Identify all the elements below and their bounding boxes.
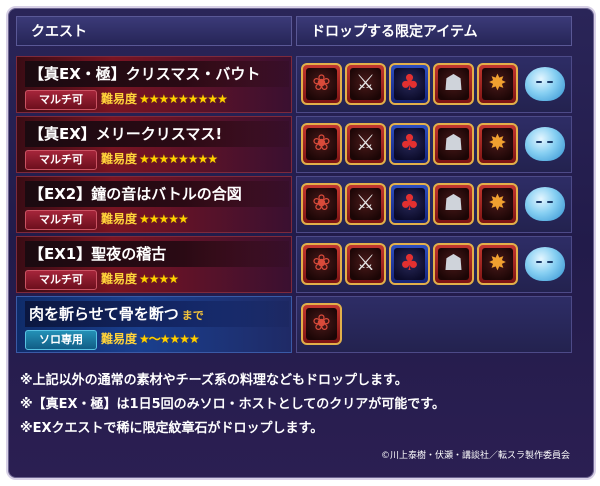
quest-name: 【真EX】メリークリスマス! — [25, 121, 289, 147]
drop-items-cell: ❀ ⚔ ♣ ☗ ✸ — [296, 116, 572, 173]
crest-swords-icon[interactable]: ⚔ — [345, 183, 386, 225]
slime-icon[interactable] — [525, 247, 565, 281]
quest-cell: 【真EX・極】クリスマス・バウト マルチ可 難易度 ★★★★★★★★★ — [16, 56, 292, 113]
crest-flame-icon[interactable]: ✸ — [477, 63, 518, 105]
slime-icon[interactable] — [525, 127, 565, 161]
copyright: ©川上泰樹・伏瀬・講談社／転スラ製作委員会 — [380, 451, 570, 461]
multi-tag: マルチ可 — [25, 270, 97, 290]
crest-cherry-icon[interactable]: ♣ — [389, 123, 430, 165]
difficulty-label: 難易度 — [101, 272, 138, 286]
slime-icon[interactable] — [525, 67, 565, 101]
crest-cherry-icon[interactable]: ♣ — [389, 183, 430, 225]
quest-name-text: 肉を斬らせて骨を断つ — [29, 305, 179, 323]
quest-cell: 肉を斬らせて骨を断つ まで ソロ専用 難易度 ★～★★★★ — [16, 296, 292, 353]
difficulty: 難易度 ★★★★ — [101, 270, 179, 288]
quest-row[interactable]: 【真EX】メリークリスマス! マルチ可 難易度 ★★★★★★★★ ❀ ⚔ ♣ ☗ … — [16, 116, 572, 173]
crest-gauntlet-icon[interactable]: ☗ — [433, 183, 474, 225]
crest-flame-icon[interactable]: ✸ — [477, 183, 518, 225]
note-line: ※EXクエストで稀に限定紋章石がドロップします。 — [20, 421, 324, 436]
drop-items-cell: ❀ ⚔ ♣ ☗ ✸ — [296, 56, 572, 113]
quest-row[interactable]: 肉を斬らせて骨を断つ まで ソロ専用 難易度 ★～★★★★ ❀ — [16, 296, 572, 353]
crest-dragon-icon[interactable]: ❀ — [301, 123, 342, 165]
multi-tag: マルチ可 — [25, 210, 97, 230]
quest-cell: 【EX2】鐘の音はバトルの合図 マルチ可 難易度 ★★★★★ — [16, 176, 292, 233]
quest-cell: 【EX1】聖夜の稽古 マルチ可 難易度 ★★★★ — [16, 236, 292, 293]
crest-flame-icon[interactable]: ✸ — [477, 123, 518, 165]
crest-flame-icon[interactable]: ✸ — [477, 243, 518, 285]
crest-gauntlet-icon[interactable]: ☗ — [433, 123, 474, 165]
drops-column-header: ドロップする限定アイテム — [296, 16, 572, 46]
notes: ※上記以外の通常の素材やチーズ系の料理などもドロップします。 ※【真EX・極】は… — [20, 369, 445, 441]
quest-name: 【真EX・極】クリスマス・バウト — [25, 61, 289, 87]
crest-cherry-icon[interactable]: ♣ — [389, 243, 430, 285]
drop-items-cell: ❀ ⚔ ♣ ☗ ✸ — [296, 176, 572, 233]
difficulty: 難易度 ★★★★★ — [101, 210, 189, 228]
quest-name-suffix: まで — [181, 309, 204, 322]
drop-items-cell: ❀ — [296, 296, 572, 353]
difficulty-stars: ★★★★ — [139, 272, 179, 286]
difficulty-label: 難易度 — [101, 332, 138, 346]
note-line: ※上記以外の通常の素材やチーズ系の料理などもドロップします。 — [20, 373, 408, 388]
quest-row[interactable]: 【EX2】鐘の音はバトルの合図 マルチ可 難易度 ★★★★★ ❀ ⚔ ♣ ☗ ✸ — [16, 176, 572, 233]
note-line: ※【真EX・極】は1日5回のみソロ・ホストとしてのクリアが可能です。 — [20, 397, 445, 412]
crest-dragon-icon[interactable]: ❀ — [301, 303, 342, 345]
crest-dragon-icon[interactable]: ❀ — [301, 243, 342, 285]
quest-row[interactable]: 【真EX・極】クリスマス・バウト マルチ可 難易度 ★★★★★★★★★ ❀ ⚔ ♣… — [16, 56, 572, 113]
difficulty: 難易度 ★★★★★★★★ — [101, 150, 218, 168]
quest-row[interactable]: 【EX1】聖夜の稽古 マルチ可 難易度 ★★★★ ❀ ⚔ ♣ ☗ ✸ — [16, 236, 572, 293]
difficulty-stars: ★★★★★★★★ — [139, 152, 218, 166]
multi-tag: マルチ可 — [25, 90, 97, 110]
quest-name: 【EX2】鐘の音はバトルの合図 — [25, 181, 289, 207]
drop-items-cell: ❀ ⚔ ♣ ☗ ✸ — [296, 236, 572, 293]
difficulty-label: 難易度 — [101, 152, 138, 166]
multi-tag: マルチ可 — [25, 150, 97, 170]
quest-cell: 【真EX】メリークリスマス! マルチ可 難易度 ★★★★★★★★ — [16, 116, 292, 173]
crest-dragon-icon[interactable]: ❀ — [301, 63, 342, 105]
difficulty: 難易度 ★～★★★★ — [101, 330, 200, 348]
difficulty-stars: ★～★★★★ — [139, 332, 200, 346]
difficulty-label: 難易度 — [101, 92, 138, 106]
difficulty-stars: ★★★★★ — [139, 212, 189, 226]
quest-column-header: クエスト — [16, 16, 292, 46]
crest-gauntlet-icon[interactable]: ☗ — [433, 63, 474, 105]
crest-swords-icon[interactable]: ⚔ — [345, 63, 386, 105]
quest-name: 肉を斬らせて骨を断つ まで — [25, 301, 289, 327]
crest-gauntlet-icon[interactable]: ☗ — [433, 243, 474, 285]
quest-name: 【EX1】聖夜の稽古 — [25, 241, 289, 267]
crest-dragon-icon[interactable]: ❀ — [301, 183, 342, 225]
crest-cherry-icon[interactable]: ♣ — [389, 63, 430, 105]
difficulty-label: 難易度 — [101, 212, 138, 226]
crest-swords-icon[interactable]: ⚔ — [345, 123, 386, 165]
difficulty: 難易度 ★★★★★★★★★ — [101, 90, 228, 108]
slime-icon[interactable] — [525, 187, 565, 221]
crest-swords-icon[interactable]: ⚔ — [345, 243, 386, 285]
solo-tag: ソロ専用 — [25, 330, 97, 350]
difficulty-stars: ★★★★★★★★★ — [139, 92, 228, 106]
